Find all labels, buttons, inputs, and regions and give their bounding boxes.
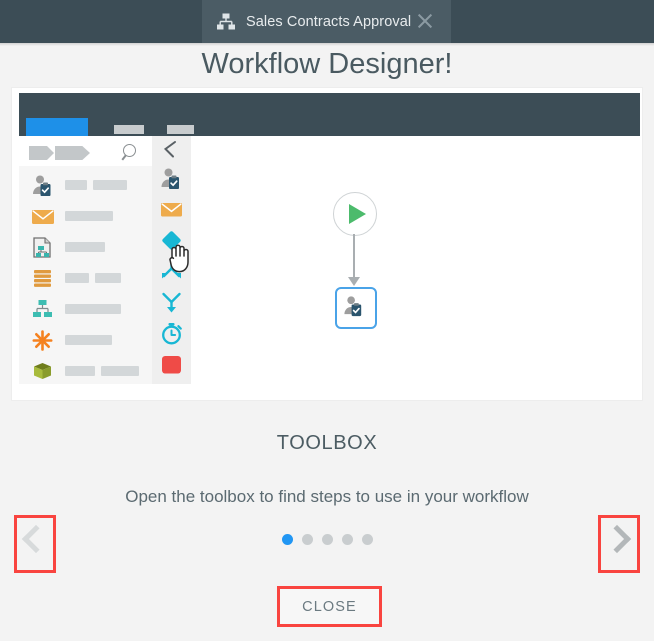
pagination-dot-5[interactable]	[361, 534, 373, 545]
play-icon	[349, 204, 366, 224]
chevron-left-icon	[21, 524, 51, 554]
user-task-icon	[30, 173, 56, 198]
pagination-dot-3[interactable]	[321, 534, 333, 545]
tab-bar-shadow	[0, 43, 654, 46]
collapse-arrow-icon[interactable]	[160, 140, 182, 160]
envelope-icon	[30, 204, 56, 229]
pagination-dot-1[interactable]	[281, 534, 293, 545]
illustration-panel	[12, 88, 642, 400]
walkthrough-overlay: Sales Contracts Approval Workflow Design…	[0, 0, 654, 641]
pagination-dot-4[interactable]	[341, 534, 353, 545]
tab-title: Sales Contracts Approval	[246, 13, 412, 30]
toolbox-item[interactable]	[19, 232, 152, 263]
previous-step-button[interactable]	[14, 515, 56, 573]
toolbox-item-label-placeholder	[101, 366, 139, 376]
timer-icon[interactable]	[159, 321, 184, 346]
workflow-start-node[interactable]	[333, 192, 377, 236]
illustration-tab-chip	[167, 125, 194, 134]
hand-cursor-icon	[167, 243, 193, 273]
envelope-icon[interactable]	[159, 197, 184, 222]
toolbox-item[interactable]	[19, 170, 152, 201]
user-task-icon[interactable]	[159, 166, 184, 191]
next-step-button[interactable]	[598, 515, 640, 573]
toolbox-item[interactable]	[19, 294, 152, 325]
workflow-task-node[interactable]	[335, 287, 377, 329]
toolbox-item-label-placeholder	[93, 180, 127, 190]
close-icon[interactable]	[415, 11, 435, 31]
user-task-icon	[342, 294, 366, 323]
step-description: Open the toolbox to find steps to use in…	[125, 487, 529, 506]
toolbox-item-label-placeholder	[65, 180, 87, 190]
hierarchy-icon	[216, 12, 236, 32]
toolbox-panel	[19, 166, 153, 384]
document-flow-icon	[30, 235, 56, 260]
toolbox-item[interactable]	[19, 263, 152, 294]
toolbox-search-row[interactable]	[19, 136, 152, 167]
pagination-dots	[0, 534, 654, 545]
window-tab-bar: Sales Contracts Approval	[0, 0, 654, 43]
stop-icon[interactable]	[159, 352, 184, 377]
tab-sales-contracts-approval[interactable]: Sales Contracts Approval	[202, 0, 451, 43]
package-icon	[30, 359, 56, 384]
toolbox-item-label-placeholder	[65, 335, 112, 345]
toolbox-item-label-placeholder	[95, 273, 121, 283]
toolbox-item-label-placeholder	[65, 273, 89, 283]
toolbox-item-label-placeholder	[65, 304, 121, 314]
toolbox-item-label-placeholder	[65, 242, 105, 252]
pagination-dot-2[interactable]	[301, 534, 313, 545]
illustration-tab-chip	[114, 125, 144, 134]
workflow-connector	[353, 234, 355, 282]
search-icon[interactable]	[121, 144, 141, 162]
close-button[interactable]: CLOSE	[277, 586, 382, 627]
asterisk-icon	[30, 328, 56, 353]
toolbox-item[interactable]	[19, 356, 152, 387]
workflow-connector-arrowhead	[348, 277, 360, 286]
toolbox-item[interactable]	[19, 325, 152, 356]
merge-icon[interactable]	[159, 290, 184, 315]
chevron-right-icon	[602, 524, 632, 554]
close-button-label: CLOSE	[302, 598, 357, 615]
illustration-app-header	[19, 93, 640, 141]
filter-chevron-shape	[29, 146, 54, 160]
filter-chevron-shape	[55, 146, 90, 160]
workflow-canvas[interactable]	[191, 136, 640, 384]
toolbox-item-label-placeholder	[65, 211, 113, 221]
page-title: Workflow Designer!	[201, 48, 453, 80]
toolbox-item[interactable]	[19, 201, 152, 232]
database-icon	[30, 266, 56, 291]
step-title: TOOLBOX	[276, 432, 378, 454]
org-chart-icon	[30, 297, 56, 322]
toolbox-item-label-placeholder	[65, 366, 95, 376]
